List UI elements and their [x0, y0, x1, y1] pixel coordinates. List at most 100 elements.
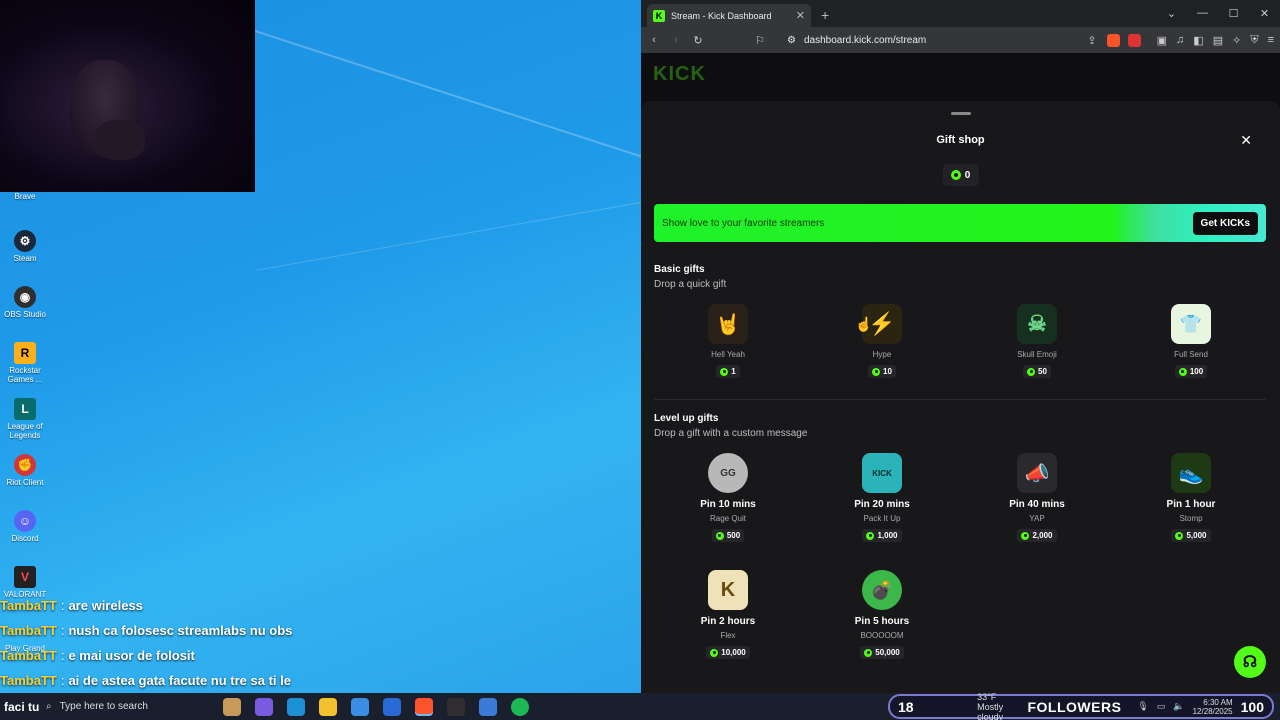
- maximize-icon[interactable]: ☐: [1218, 7, 1249, 20]
- gift-boooooom[interactable]: 💣 Pin 5 hours BOOOOOM 50,000: [827, 570, 937, 659]
- clock[interactable]: 6:30 AM 12/28/2025: [1193, 698, 1233, 716]
- close-window-icon[interactable]: ✕: [1249, 7, 1280, 20]
- close-icon[interactable]: ✕: [1240, 132, 1252, 149]
- volume-icon[interactable]: 🔈: [1173, 701, 1184, 712]
- gift-hell-yeah[interactable]: 🤘 Hell Yeah 1: [673, 304, 783, 378]
- minimize-icon[interactable]: —: [1187, 7, 1218, 20]
- brave-rewards-icon[interactable]: [1128, 33, 1141, 47]
- desktop-icon-label: League of Legends: [7, 422, 43, 440]
- widgets-icon[interactable]: [223, 697, 241, 716]
- balance-value: 0: [964, 169, 971, 181]
- taskbar-apps: [223, 697, 529, 716]
- followers-goal-widget: 18 33°F Mostly cloudy FOLLOWERS 🎙 ▭ 🔈 6:…: [888, 692, 1274, 720]
- toolbar-actions: ▣ ♫ ◧ ▤ ✧ ⛨ ≡: [1157, 34, 1274, 47]
- gift-hype[interactable]: ⚡ Hype 10: [827, 304, 937, 378]
- gift-price: 500: [711, 529, 745, 542]
- gift-full-send[interactable]: 👕 Full Send 100: [1136, 304, 1246, 378]
- promo-banner: Show love to your favorite streamers Get…: [654, 204, 1266, 242]
- system-tray: 🎙 ▭ 🔈: [1137, 701, 1184, 712]
- outlook-icon[interactable]: [383, 697, 401, 716]
- spotify-icon[interactable]: [511, 697, 529, 716]
- wallpaper-light-ray: [254, 197, 641, 271]
- network-icon[interactable]: ▭: [1157, 701, 1166, 712]
- back-icon[interactable]: ‹: [647, 34, 661, 46]
- close-tab-icon[interactable]: ✕: [796, 9, 805, 22]
- desktop-icon-rockstar[interactable]: R Rockstar Games ...: [2, 342, 48, 384]
- sidebar-icon[interactable]: ◧: [1193, 34, 1203, 47]
- media-icon[interactable]: ♫: [1176, 34, 1184, 47]
- desktop-icon-label: Rockstar Games ...: [7, 366, 43, 384]
- chat-message: TambaTT: e mai usor de folosit: [0, 648, 195, 663]
- tab-search-icon[interactable]: ▣: [1157, 34, 1167, 47]
- copilot-icon[interactable]: [255, 697, 273, 716]
- gift-rage-quit[interactable]: GG Pin 10 mins Rage Quit 500: [673, 453, 783, 542]
- forward-icon[interactable]: ›: [669, 34, 683, 46]
- price-value: 10,000: [721, 648, 746, 657]
- kick-header: KICK: [641, 53, 1280, 101]
- price-value: 5,000: [1186, 531, 1207, 540]
- kicks-coin-icon: [1027, 367, 1036, 376]
- desktop-icon-obs[interactable]: ◉ OBS Studio: [2, 286, 48, 319]
- tshirt-icon: 👕: [1171, 304, 1211, 344]
- rock-hand-icon: 🤘: [708, 304, 748, 344]
- bookmark-icon[interactable]: ⚐: [753, 34, 767, 47]
- chat-username: TambaTT: [0, 598, 57, 613]
- megaphone-icon: 📣: [1017, 453, 1057, 493]
- wallet-icon[interactable]: ▤: [1213, 34, 1223, 47]
- brave-shields-icon[interactable]: [1107, 33, 1120, 47]
- riot-icon: ✊: [14, 454, 36, 476]
- chat-message: TambaTT: are wireless: [0, 598, 143, 613]
- gift-skull-emoji[interactable]: ☠ Skull Emoji 50: [982, 304, 1092, 378]
- gift-price: 50: [1023, 365, 1051, 378]
- gift-pin-duration: Pin 2 hours: [700, 616, 756, 627]
- gift-flex[interactable]: K Pin 2 hours Flex 10,000: [673, 570, 783, 659]
- chat-username: TambaTT: [0, 673, 57, 688]
- desktop-icon-brave[interactable]: Brave: [2, 192, 48, 201]
- help-chat-button[interactable]: ☊: [1234, 646, 1266, 678]
- app-icon[interactable]: [479, 697, 497, 716]
- desktop-icon-label: Steam: [13, 254, 37, 263]
- edge-icon[interactable]: [287, 697, 305, 716]
- brave-icon[interactable]: [415, 697, 433, 716]
- gift-pack-it-up[interactable]: KICK Pin 20 mins Pack It Up 1,000: [827, 453, 937, 542]
- gift-pin-duration: Pin 10 mins: [700, 499, 756, 510]
- start-text[interactable]: faci tu: [0, 700, 40, 714]
- share-icon[interactable]: ⇪: [1085, 34, 1099, 47]
- vpn-icon[interactable]: ⛨: [1250, 34, 1258, 47]
- reload-icon[interactable]: ↻: [691, 34, 705, 47]
- level-up-gifts-subtitle: Drop a gift with a custom message: [654, 428, 808, 439]
- desktop-icon-riot[interactable]: ✊ Riot Client: [2, 454, 48, 487]
- browser-tab[interactable]: K Stream - Kick Dashboard ✕: [647, 4, 811, 27]
- gift-name: Hell Yeah: [711, 350, 745, 359]
- desktop-icon-league[interactable]: L League of Legends: [2, 398, 48, 440]
- gift-name: Pack It Up: [863, 514, 901, 523]
- flex-icon: K: [708, 570, 748, 610]
- get-kicks-button[interactable]: Get KICKs: [1192, 211, 1258, 235]
- address-bar[interactable]: ⚙ dashboard.kick.com/stream: [787, 35, 1077, 46]
- kick-dashboard-page: KICK Gift shop ✕ 0 Show love to your fav…: [641, 53, 1280, 693]
- chevron-down-icon[interactable]: ⌄: [1156, 7, 1187, 20]
- mic-icon[interactable]: 🎙: [1137, 701, 1148, 712]
- taskbar-search[interactable]: ⌕ Type here to search: [40, 701, 215, 712]
- gift-name: YAP: [1029, 514, 1045, 523]
- leo-ai-icon[interactable]: ✧: [1232, 34, 1241, 47]
- rockstar-icon: R: [14, 342, 36, 364]
- file-explorer-icon[interactable]: [319, 697, 337, 716]
- obs-icon[interactable]: [447, 697, 465, 716]
- new-tab-icon[interactable]: +: [821, 7, 829, 23]
- kick-logo[interactable]: KICK: [653, 63, 706, 85]
- drag-handle[interactable]: [950, 112, 971, 115]
- chat-text: are wireless: [68, 598, 143, 613]
- league-icon: L: [14, 398, 36, 420]
- grenade-icon: 💣: [862, 570, 902, 610]
- url-text: dashboard.kick.com/stream: [803, 34, 927, 46]
- skull-icon: ☠: [1017, 304, 1057, 344]
- menu-icon[interactable]: ≡: [1268, 34, 1274, 47]
- site-settings-icon[interactable]: ⚙: [787, 35, 796, 46]
- weather-text[interactable]: 33°F Mostly cloudy: [977, 692, 1017, 720]
- gift-yap[interactable]: 📣 Pin 40 mins YAP 2,000: [982, 453, 1092, 542]
- desktop-icon-discord[interactable]: ☺ Discord: [2, 510, 48, 543]
- store-icon[interactable]: [351, 697, 369, 716]
- desktop-icon-steam[interactable]: ⚙ Steam: [2, 230, 48, 263]
- gift-stomp[interactable]: 👟 Pin 1 hour Stomp 5,000: [1136, 453, 1246, 542]
